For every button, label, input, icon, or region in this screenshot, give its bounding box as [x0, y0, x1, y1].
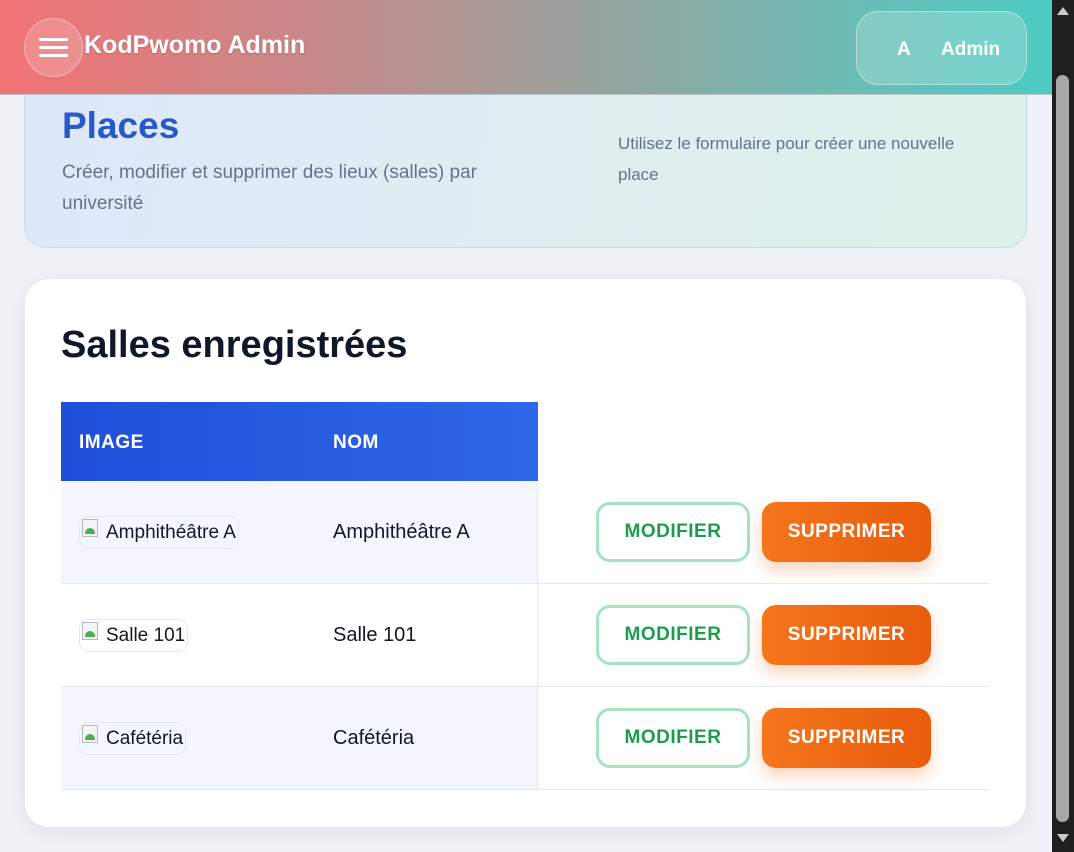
place-image: Salle 101: [79, 619, 189, 652]
scroll-up-arrow-icon[interactable]: [1057, 7, 1069, 15]
page-title: Places: [62, 105, 180, 146]
user-name: Admin: [941, 39, 1001, 60]
column-header-name: NOM: [333, 432, 379, 453]
delete-button[interactable]: SUPPRIMER: [762, 708, 931, 768]
hamburger-menu-icon: [39, 37, 68, 58]
place-image-alt: Amphithéâtre A: [106, 522, 236, 543]
table-row: Salle 101 Salle 101 MODIFIER SUPPRIMER: [61, 584, 989, 687]
broken-image-icon: [82, 724, 98, 743]
scroll-down-arrow-icon[interactable]: [1057, 834, 1069, 842]
place-image-alt: Cafétéria: [106, 728, 184, 749]
place-name: Amphithéâtre A: [333, 521, 470, 543]
place-image: Cafétéria: [79, 722, 187, 755]
page-subtitle: Créer, modifier et supprimer des lieux (…: [62, 162, 477, 214]
broken-image-icon: [82, 621, 98, 640]
top-header: KodPwomo Admin A Admin: [0, 0, 1052, 95]
user-menu-button[interactable]: A Admin: [856, 11, 1027, 85]
places-table-card: Salles enregistrées IMAGE NOM Amphithéât…: [25, 279, 1026, 827]
table-header: IMAGE NOM: [61, 402, 538, 481]
table-title: Salles enregistrées: [61, 324, 408, 366]
table-row: Amphithéâtre A Amphithéâtre A MODIFIER S…: [61, 481, 989, 584]
place-name: Cafétéria: [333, 727, 415, 749]
app-title: KodPwomo Admin: [84, 31, 306, 59]
delete-button[interactable]: SUPPRIMER: [762, 502, 931, 562]
broken-image-icon: [82, 518, 98, 537]
place-image-alt: Salle 101: [106, 625, 186, 646]
edit-button[interactable]: MODIFIER: [596, 502, 750, 562]
page-hero: Places Créer, modifier et supprimer des …: [24, 70, 1027, 248]
place-name: Salle 101: [333, 624, 417, 646]
page-hint: Utilisez le formulaire pour créer une no…: [618, 134, 955, 184]
edit-button[interactable]: MODIFIER: [596, 605, 750, 665]
user-avatar: A: [897, 39, 911, 60]
menu-button[interactable]: [24, 18, 83, 77]
table-row: Cafétéria Cafétéria MODIFIER SUPPRIMER: [61, 687, 989, 790]
edit-button[interactable]: MODIFIER: [596, 708, 750, 768]
scrollbar-thumb[interactable]: [1056, 75, 1069, 822]
vertical-scrollbar[interactable]: [1052, 0, 1074, 852]
delete-button[interactable]: SUPPRIMER: [762, 605, 931, 665]
column-header-image: IMAGE: [79, 432, 144, 453]
place-image: Amphithéâtre A: [79, 516, 239, 549]
